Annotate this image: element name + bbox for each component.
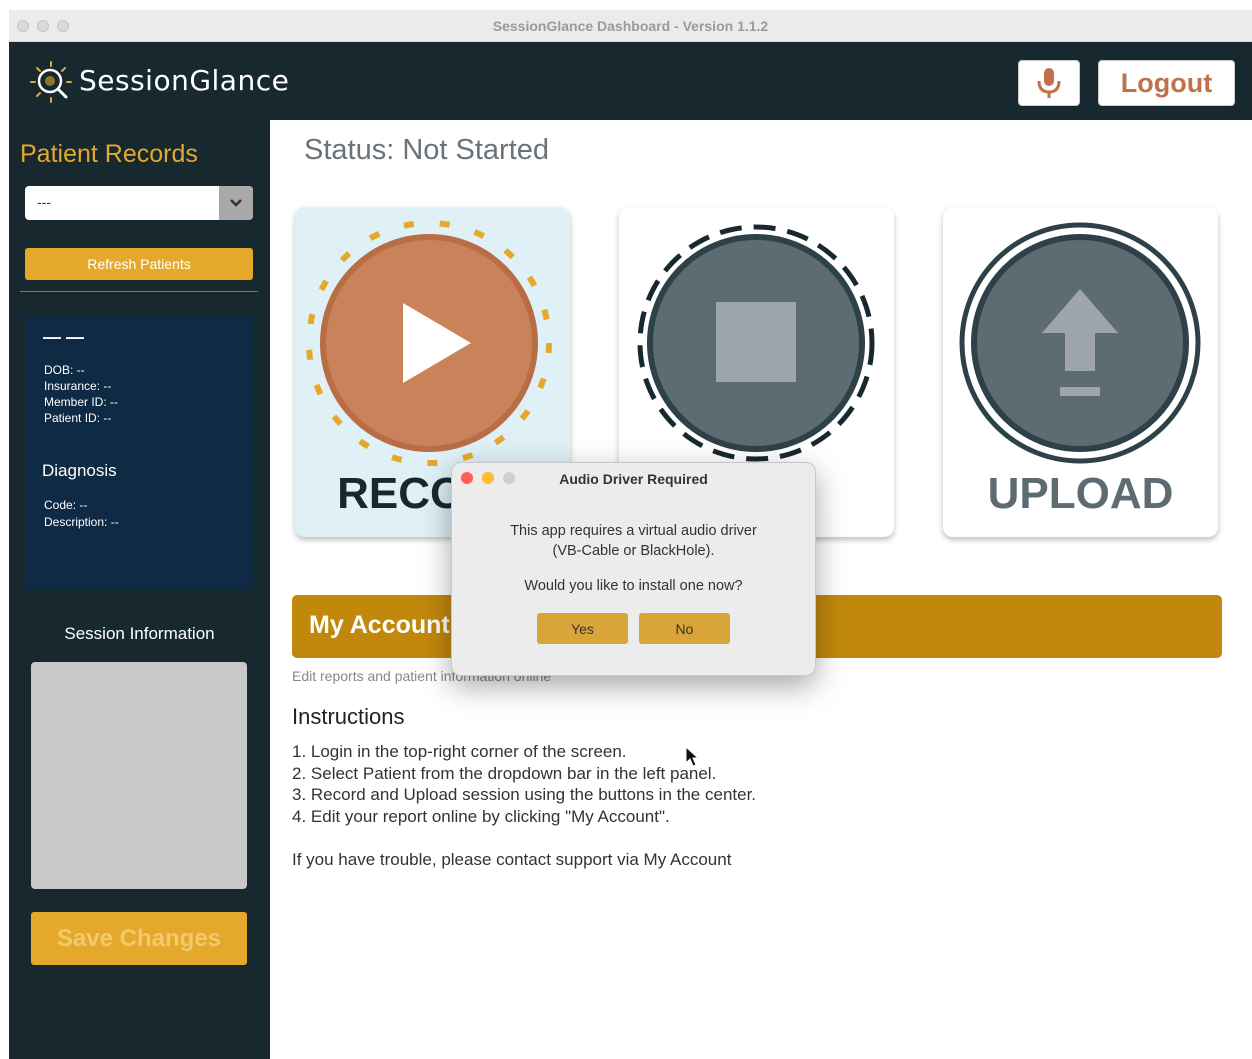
patient-name: — — xyxy=(43,327,85,347)
dialog-message: This app requires a virtual audio driver… xyxy=(452,521,815,561)
sidebar-divider xyxy=(20,291,258,292)
upload-arrow-icon xyxy=(959,222,1201,464)
session-information-field[interactable] xyxy=(31,662,247,889)
status-text: Status: Not Started xyxy=(304,134,550,166)
instructions-title: Instructions xyxy=(292,704,405,729)
sessionglance-logo-icon xyxy=(30,61,72,103)
app-window: SessionGlance Dashboard - Version 1.1.2 … xyxy=(9,10,1252,1059)
session-information-title: Session Information xyxy=(64,624,215,643)
dialog-message-line: (VB-Cable or BlackHole). xyxy=(552,543,715,559)
dialog-question: Would you like to install one now? xyxy=(524,578,743,594)
patient-dob: DOB: -- xyxy=(44,363,85,377)
dialog-message-line: This app requires a virtual audio driver xyxy=(510,523,757,539)
window-titlebar: SessionGlance Dashboard - Version 1.1.2 xyxy=(9,10,1252,42)
patient-id: Patient ID: -- xyxy=(44,411,112,425)
dialog-title: Audio Driver Required xyxy=(559,471,708,487)
upload-label: UPLOAD xyxy=(987,469,1174,518)
play-icon xyxy=(306,220,552,466)
mouse-cursor-icon xyxy=(685,746,699,767)
audio-driver-dialog: Audio Driver Required This app requires … xyxy=(451,462,816,676)
instruction-step: 4. Edit your report online by clicking "… xyxy=(292,807,670,827)
support-note: If you have trouble, please contact supp… xyxy=(292,850,732,869)
upload-button[interactable]: UPLOAD xyxy=(943,207,1218,537)
patient-insurance: Insurance: -- xyxy=(44,379,112,393)
patient-records-title: Patient Records xyxy=(20,140,198,168)
logout-button[interactable]: Logout xyxy=(1098,60,1235,106)
refresh-patients-button[interactable]: Refresh Patients xyxy=(25,248,253,280)
my-account-label: My Account xyxy=(309,611,450,639)
diagnosis-title: Diagnosis xyxy=(42,461,117,480)
app-header: SessionGlance Logout xyxy=(9,42,1252,120)
microphone-button[interactable] xyxy=(1018,60,1080,106)
yes-button[interactable]: Yes xyxy=(537,613,628,644)
patient-select[interactable]: --- xyxy=(25,186,253,220)
diagnosis-code: Code: -- xyxy=(44,498,88,512)
save-changes-button[interactable]: Save Changes xyxy=(31,912,247,965)
brand-name: SessionGlance xyxy=(79,64,290,97)
no-button[interactable]: No xyxy=(639,613,730,644)
patient-select-value: --- xyxy=(37,194,51,210)
chevron-down-icon[interactable] xyxy=(219,186,253,220)
patient-member-id: Member ID: -- xyxy=(44,395,119,409)
instruction-step: 3. Record and Upload session using the b… xyxy=(292,785,757,805)
microphone-icon xyxy=(1037,68,1061,98)
patient-info-card: — — DOB: -- Insurance: -- Member ID: -- … xyxy=(25,315,253,589)
left-panel: Patient Records --- Refresh Patients — —… xyxy=(9,120,270,1059)
window-title: SessionGlance Dashboard - Version 1.1.2 xyxy=(492,18,769,34)
stop-icon xyxy=(637,224,875,462)
diagnosis-description: Description: -- xyxy=(44,515,119,529)
